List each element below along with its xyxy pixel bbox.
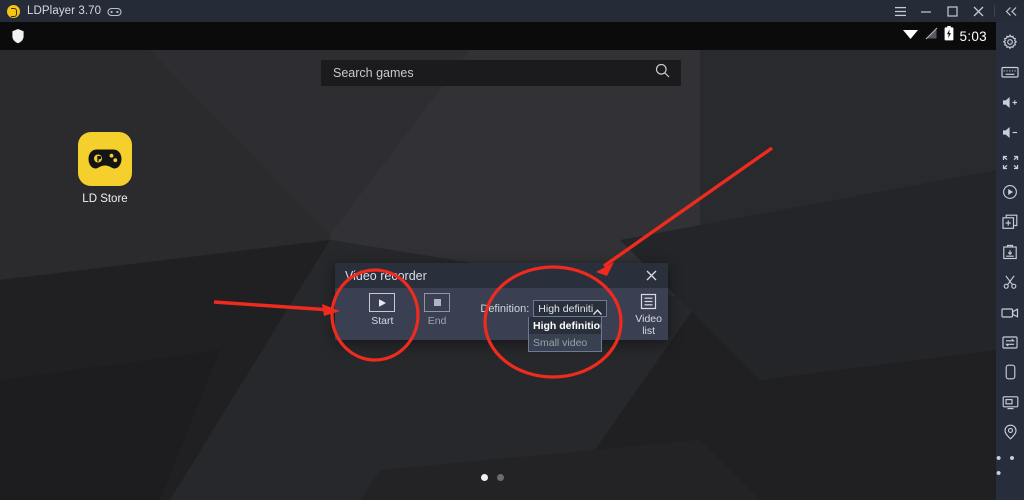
- titlebar-divider: [994, 5, 995, 17]
- gear-icon[interactable]: [996, 27, 1024, 57]
- transfer-icon[interactable]: [996, 327, 1024, 357]
- gamepad-icon: [88, 149, 122, 169]
- definition-option-small[interactable]: Small video: [529, 334, 601, 351]
- definition-label: Definition:: [480, 302, 530, 315]
- phone-shake-icon[interactable]: [996, 357, 1024, 387]
- dialog-body: Start End Definition: High definition: [335, 288, 668, 352]
- page-dot-inactive[interactable]: [497, 474, 504, 481]
- definition-option-high[interactable]: High definition: [529, 317, 601, 334]
- play-icon: [369, 293, 396, 312]
- ldplayer-window: LDPlayer 3.70 5:03 Search games LD Store…: [0, 0, 1024, 500]
- end-recording-button[interactable]: End: [418, 293, 457, 327]
- volume-down-icon[interactable]: [996, 117, 1024, 147]
- search-icon[interactable]: [655, 63, 670, 83]
- volume-up-icon[interactable]: [996, 87, 1024, 117]
- stop-icon: [424, 293, 451, 312]
- more-dots-icon[interactable]: • • •: [996, 451, 1024, 481]
- definition-dropdown[interactable]: High definition: [533, 300, 608, 317]
- battery-charging-icon: [944, 26, 954, 46]
- dialog-header: Video recorder: [335, 263, 668, 288]
- fullscreen-icon[interactable]: [996, 147, 1024, 177]
- status-icons: 5:03: [902, 26, 987, 46]
- dialog-close-icon[interactable]: [642, 266, 661, 285]
- definition-selected-value: High definition: [538, 302, 594, 315]
- keyboard-icon[interactable]: [996, 57, 1024, 87]
- definition-options-menu: High definition Small video: [528, 317, 602, 352]
- window-titlebar: LDPlayer 3.70: [0, 0, 1024, 22]
- search-placeholder: Search games: [333, 66, 414, 80]
- minimize-icon[interactable]: [913, 0, 939, 22]
- record-circle-icon[interactable]: [996, 177, 1024, 207]
- window-controls: [887, 0, 1024, 22]
- copy-plus-icon[interactable]: [996, 207, 1024, 237]
- definition-group: Definition: High definition: [480, 300, 608, 317]
- gamepad-icon: [107, 6, 122, 17]
- scissors-icon[interactable]: [996, 267, 1024, 297]
- status-time: 5:03: [959, 28, 987, 44]
- video-list-button[interactable]: Video list: [629, 293, 668, 337]
- shield-icon: [11, 28, 25, 44]
- app-icon-ld-store[interactable]: LD Store: [78, 132, 132, 205]
- right-toolbar: • • •: [996, 22, 1024, 500]
- signal-off-icon: [925, 27, 938, 45]
- page-dot-active[interactable]: [481, 474, 488, 481]
- end-label: End: [427, 315, 447, 327]
- location-pin-icon[interactable]: [996, 417, 1024, 447]
- ldplayer-logo-icon: [7, 4, 20, 18]
- start-recording-button[interactable]: Start: [363, 293, 402, 327]
- video-camera-icon[interactable]: [996, 297, 1024, 327]
- search-input[interactable]: Search games: [321, 60, 681, 86]
- start-label: Start: [371, 315, 394, 327]
- android-status-bar: 5:03: [0, 22, 996, 50]
- maximize-icon[interactable]: [939, 0, 965, 22]
- app-title: LDPlayer 3.70: [27, 5, 102, 17]
- video-recorder-dialog: Video recorder Start End Definition: Hig…: [335, 263, 668, 352]
- apk-install-icon[interactable]: [996, 237, 1024, 267]
- monitor-icon[interactable]: [996, 387, 1024, 417]
- video-list-label: Video list: [635, 313, 662, 337]
- close-icon[interactable]: [965, 0, 991, 22]
- app-label: LD Store: [82, 193, 128, 205]
- hamburger-menu-icon[interactable]: [887, 0, 913, 22]
- wifi-icon: [902, 27, 919, 45]
- dialog-title: Video recorder: [345, 268, 427, 283]
- page-indicator: [481, 474, 504, 481]
- list-icon: [629, 293, 668, 310]
- ld-store-tile: [78, 132, 132, 186]
- double-chevron-left-icon[interactable]: [998, 0, 1024, 22]
